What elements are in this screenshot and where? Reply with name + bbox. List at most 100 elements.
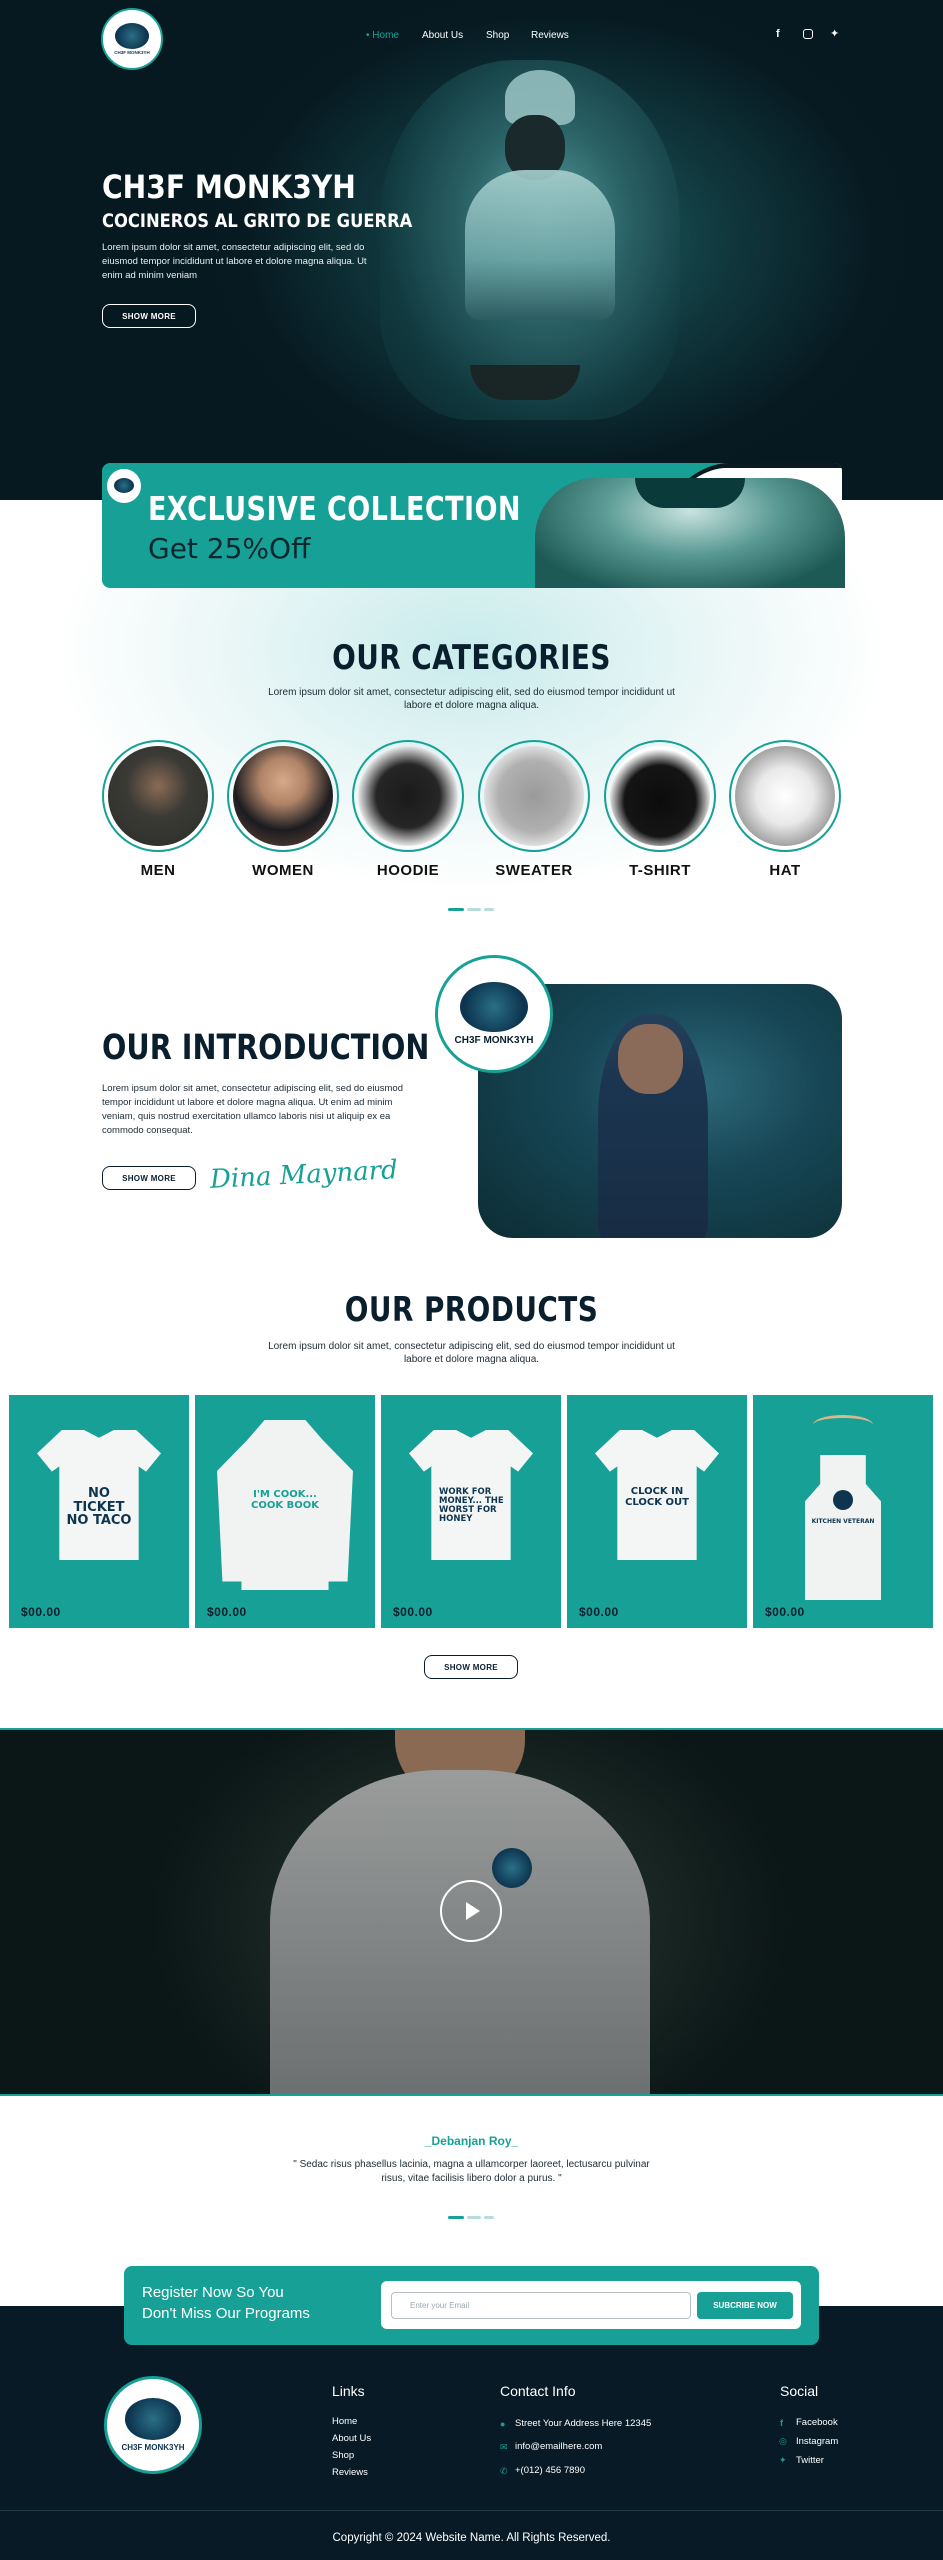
category-men[interactable]: [102, 740, 214, 852]
product-price: $00.00: [207, 1605, 247, 1619]
newsletter-line-1: Register Now So You: [142, 2284, 284, 2301]
product-card[interactable]: NO TICKET NO TACO $00.00: [9, 1395, 189, 1628]
category-tshirt[interactable]: [604, 740, 716, 852]
product-print: NO TICKET NO TACO: [66, 1486, 132, 1529]
product-print: KITCHEN VETERAN: [811, 1518, 875, 1525]
men-image: [108, 746, 208, 846]
nav-home-label: Home: [372, 30, 399, 41]
products-show-more-button[interactable]: SHOW MORE: [424, 1655, 518, 1679]
footer-address: Street Your Address Here 12345: [515, 2418, 652, 2429]
introduction-show-more-button[interactable]: SHOW MORE: [102, 1166, 196, 1190]
product-price: $00.00: [765, 1605, 805, 1619]
facebook-icon[interactable]: f: [776, 28, 780, 40]
footer-links-title: Links: [332, 2383, 365, 2399]
promo-subtitle: Get 25%Off: [148, 532, 311, 565]
apron-shape: [805, 1455, 881, 1600]
copyright: Copyright © 2024 Website Name. All Right…: [332, 2532, 611, 2544]
footer-contact-title: Contact Info: [500, 2383, 576, 2399]
hero-show-more-button[interactable]: SHOW MORE: [102, 304, 196, 328]
hero-subtitle: COCINEROS AL GRITO DE GUERRA: [102, 210, 413, 232]
category-label-men: MEN: [140, 862, 176, 879]
subscribe-button[interactable]: SUBCRIBE NOW: [697, 2292, 793, 2319]
footer-link-shop[interactable]: Shop: [332, 2450, 354, 2461]
product-print: CLOCK IN CLOCK OUT: [625, 1486, 689, 1508]
products-title: OUR PRODUCTS: [344, 1290, 599, 1330]
testimonial-dot-active[interactable]: [448, 2216, 464, 2219]
testimonial-name: _Debanjan Roy_: [424, 2134, 519, 2148]
email-icon: ✉: [500, 2442, 508, 2452]
category-label-tshirt: T-SHIRT: [629, 862, 691, 879]
category-hat[interactable]: [729, 740, 841, 852]
product-price: $00.00: [393, 1605, 433, 1619]
nav-about[interactable]: About Us: [422, 30, 463, 41]
carousel-dot[interactable]: [484, 908, 494, 911]
footer-social-twitter[interactable]: Twitter: [796, 2455, 824, 2466]
testimonial-dot[interactable]: [484, 2216, 494, 2219]
promo-logo: [106, 468, 142, 504]
promo-monkey-icon: [113, 477, 135, 494]
footer-social-facebook[interactable]: Facebook: [796, 2417, 838, 2428]
carousel-dot[interactable]: [467, 908, 481, 911]
footer-link-reviews[interactable]: Reviews: [332, 2467, 368, 2478]
footer-instagram-icon: ◎: [779, 2436, 787, 2446]
category-hoodie[interactable]: [352, 740, 464, 852]
categories-title: OUR CATEGORIES: [332, 638, 611, 678]
product-card[interactable]: CLOCK IN CLOCK OUT $00.00: [567, 1395, 747, 1628]
categories-desc: Lorem ipsum dolor sit amet, consectetur …: [268, 687, 675, 711]
promo-title: EXCLUSIVE COLLECTION: [148, 489, 521, 528]
badge-monkey-icon: [460, 981, 528, 1033]
twitter-icon[interactable]: ✦: [830, 27, 839, 40]
footer-link-home[interactable]: Home: [332, 2416, 357, 2427]
play-video-button[interactable]: [440, 1880, 502, 1942]
footer-email[interactable]: info@emailhere.com: [515, 2441, 602, 2452]
hoodie-image: [358, 746, 458, 846]
footer-phone[interactable]: +(012) 456 7890: [515, 2465, 585, 2476]
apron-emblem-icon: [833, 1490, 853, 1510]
product-price: $00.00: [579, 1605, 619, 1619]
shirt-emblem-icon: [492, 1848, 532, 1888]
footer-divider: [0, 2510, 943, 2511]
category-label-hoodie: HOODIE: [376, 862, 440, 879]
product-card[interactable]: KITCHEN VETERAN $00.00: [753, 1395, 933, 1628]
footer-social-instagram[interactable]: Instagram: [796, 2436, 838, 2447]
category-women[interactable]: [227, 740, 339, 852]
footer-facebook-icon: f: [780, 2418, 783, 2428]
testimonial-dot[interactable]: [467, 2216, 481, 2219]
location-icon: ●: [500, 2419, 506, 2429]
play-icon: [466, 1902, 480, 1920]
footer-logo[interactable]: CH3F MONK3YH: [104, 2376, 202, 2474]
category-label-women: WOMEN: [252, 862, 314, 879]
sweater-image: [484, 746, 584, 846]
nav-shop[interactable]: Shop: [486, 30, 509, 41]
women-image: [233, 746, 333, 846]
header-logo-text: CH3F MONK3YH: [114, 50, 150, 56]
instagram-icon[interactable]: [803, 29, 813, 39]
introduction-badge: CH3F MONK3YH: [435, 955, 553, 1073]
nav-reviews[interactable]: Reviews: [531, 30, 569, 41]
monkey-emblem-icon: [114, 22, 150, 49]
product-card[interactable]: I'M COOK... COOK BOOK $00.00: [195, 1395, 375, 1628]
phone-icon: ✆: [500, 2466, 508, 2476]
hero-text: Lorem ipsum dolor sit amet, consectetur …: [102, 242, 367, 281]
chef-head-shape: [618, 1024, 683, 1094]
introduction-title: OUR INTRODUCTION: [102, 1028, 430, 1068]
product-print: WORK FOR MONEY... THE WORST FOR HONEY: [439, 1487, 504, 1524]
newsletter-line-2: Don't Miss Our Programs: [142, 2305, 310, 2322]
chef-jacket-shape: [465, 170, 615, 320]
product-price: $00.00: [21, 1605, 61, 1619]
product-card[interactable]: WORK FOR MONEY... THE WORST FOR HONEY $0…: [381, 1395, 561, 1628]
footer-link-about[interactable]: About Us: [332, 2433, 371, 2444]
hat-image: [735, 746, 835, 846]
footer-social-title: Social: [780, 2383, 819, 2399]
page: { "header": { "logo_text": "CH3F MONK3YH…: [0, 0, 943, 2560]
nav-home[interactable]: • Home: [366, 30, 399, 41]
category-sweater[interactable]: [478, 740, 590, 852]
footer-monkey-icon: [125, 2398, 181, 2440]
email-input[interactable]: Enter your Email: [391, 2292, 691, 2319]
product-print: I'M COOK... COOK BOOK: [251, 1489, 319, 1511]
hanger-shape: [813, 1415, 873, 1435]
hero-title: CH3F MONK3YH: [102, 168, 356, 206]
header-logo[interactable]: CH3F MONK3YH: [101, 8, 163, 70]
carousel-dot-active[interactable]: [448, 908, 464, 911]
category-label-sweater: SWEATER: [495, 862, 573, 879]
